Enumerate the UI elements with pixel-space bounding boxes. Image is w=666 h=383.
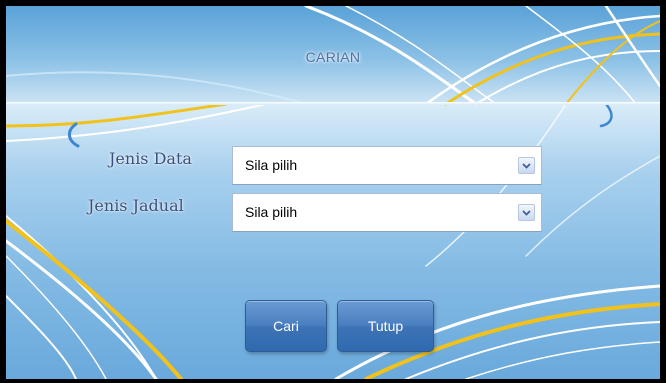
jenis-jadual-select[interactable]: Sila pilih bbox=[232, 193, 542, 232]
search-dialog: CARIAN Jenis Data Sila pilih Jenis Jadua… bbox=[0, 0, 666, 383]
header-divider bbox=[6, 102, 660, 105]
dialog-title: CARIAN bbox=[305, 49, 361, 65]
close-button[interactable]: Tutup bbox=[337, 300, 434, 352]
chevron-down-icon[interactable] bbox=[518, 204, 535, 221]
chevron-down-icon[interactable] bbox=[518, 157, 535, 174]
jenis-data-label: Jenis Data bbox=[109, 149, 192, 168]
jenis-data-select[interactable]: Sila pilih bbox=[232, 146, 542, 185]
dialog-header: CARIAN bbox=[6, 6, 660, 104]
search-button[interactable]: Cari bbox=[245, 300, 327, 352]
jenis-data-selected-value: Sila pilih bbox=[245, 157, 298, 173]
jenis-jadual-selected-value: Sila pilih bbox=[245, 204, 298, 220]
jenis-jadual-label: Jenis Jadual bbox=[88, 196, 184, 215]
